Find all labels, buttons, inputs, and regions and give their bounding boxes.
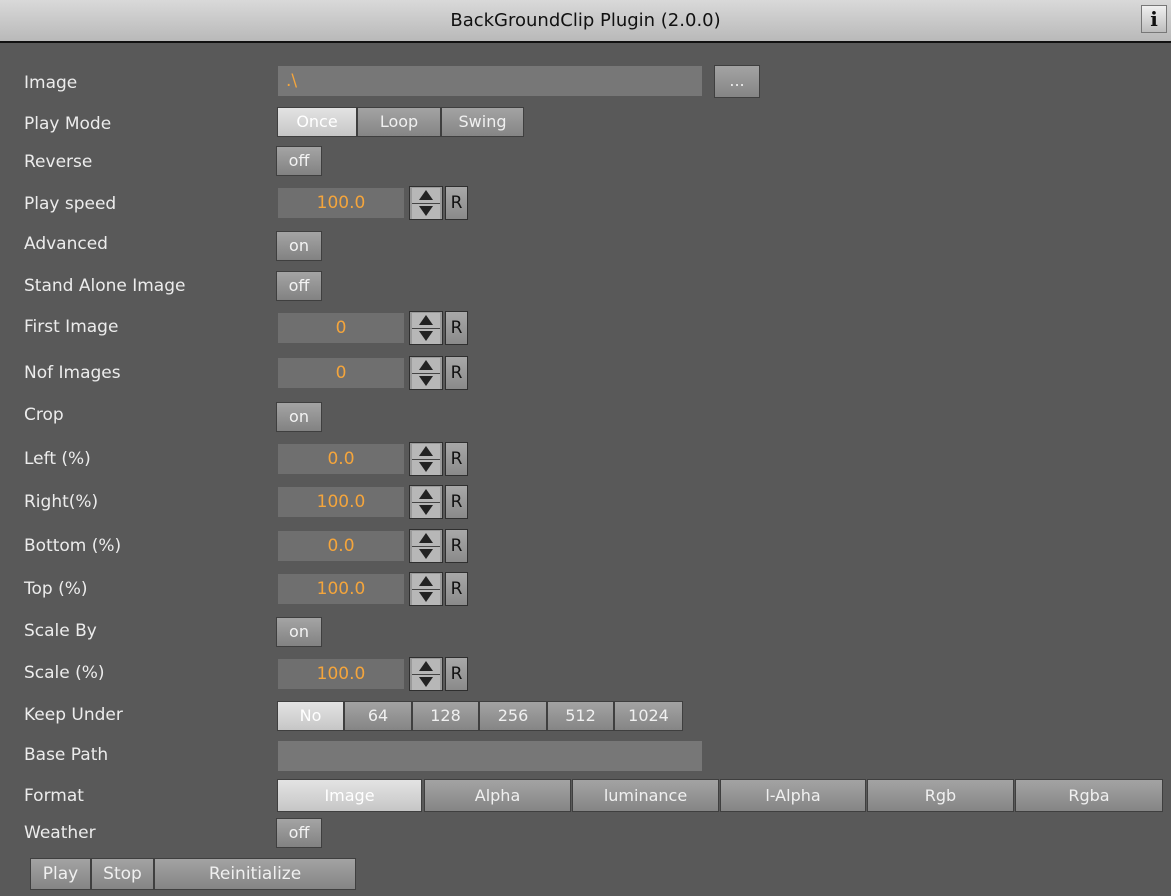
base-path-field[interactable] bbox=[278, 741, 702, 771]
arrow-down-icon[interactable] bbox=[412, 675, 440, 690]
first-image-label: First Image bbox=[24, 317, 119, 337]
keep-under-label: Keep Under bbox=[24, 705, 123, 725]
first-image-reset-button[interactable]: R bbox=[445, 311, 468, 345]
bottom-percent-reset-button[interactable]: R bbox=[445, 529, 468, 563]
arrow-up-icon[interactable] bbox=[412, 444, 440, 460]
keep-under-64-button[interactable]: 64 bbox=[344, 701, 412, 731]
arrow-up-icon[interactable] bbox=[412, 358, 440, 374]
scale-percent-stepper[interactable] bbox=[409, 657, 443, 691]
scale-by-label: Scale By bbox=[24, 621, 97, 641]
stand-alone-image-label: Stand Alone Image bbox=[24, 276, 186, 296]
crop-label: Crop bbox=[24, 405, 64, 425]
arrow-down-icon[interactable] bbox=[412, 204, 440, 219]
left-percent-reset-button[interactable]: R bbox=[445, 442, 468, 476]
play-speed-input[interactable]: 100.0 bbox=[278, 188, 404, 218]
play-speed-label: Play speed bbox=[24, 194, 117, 214]
right-percent-reset-button[interactable]: R bbox=[445, 485, 468, 519]
browse-button[interactable]: ... bbox=[714, 65, 760, 98]
play-speed-reset-button[interactable]: R bbox=[445, 186, 468, 220]
arrow-up-icon[interactable] bbox=[412, 531, 440, 547]
title-bar: BackGroundClip Plugin (2.0.0) i bbox=[0, 0, 1171, 43]
keep-under-512-button[interactable]: 512 bbox=[547, 701, 614, 731]
format-luminance-button[interactable]: luminance bbox=[572, 779, 719, 812]
stand-alone-image-toggle[interactable]: off bbox=[276, 271, 322, 301]
play-mode-swing-button[interactable]: Swing bbox=[441, 107, 524, 137]
arrow-down-icon[interactable] bbox=[412, 374, 440, 389]
top-percent-input[interactable]: 100.0 bbox=[278, 574, 404, 604]
info-icon[interactable]: i bbox=[1141, 5, 1167, 33]
keep-under-256-button[interactable]: 256 bbox=[479, 701, 547, 731]
reverse-toggle[interactable]: off bbox=[276, 146, 322, 176]
weather-toggle[interactable]: off bbox=[276, 818, 322, 848]
stop-button[interactable]: Stop bbox=[91, 858, 154, 890]
bottom-percent-stepper[interactable] bbox=[409, 529, 443, 563]
right-percent-label: Right(%) bbox=[24, 492, 99, 512]
arrow-up-icon[interactable] bbox=[412, 188, 440, 204]
scale-percent-label: Scale (%) bbox=[24, 663, 105, 683]
nof-images-label: Nof Images bbox=[24, 363, 121, 383]
bottom-percent-input[interactable]: 0.0 bbox=[278, 531, 404, 561]
advanced-toggle[interactable]: on bbox=[276, 231, 322, 261]
arrow-down-icon[interactable] bbox=[412, 590, 440, 605]
first-image-stepper[interactable] bbox=[409, 311, 443, 345]
arrow-up-icon[interactable] bbox=[412, 487, 440, 503]
scale-percent-input[interactable]: 100.0 bbox=[278, 659, 404, 689]
play-mode-loop-button[interactable]: Loop bbox=[357, 107, 441, 137]
nof-images-input[interactable]: 0 bbox=[278, 358, 404, 388]
image-label: Image bbox=[24, 73, 78, 93]
arrow-up-icon[interactable] bbox=[412, 574, 440, 590]
left-percent-input[interactable]: 0.0 bbox=[278, 444, 404, 474]
weather-label: Weather bbox=[24, 823, 96, 843]
top-percent-reset-button[interactable]: R bbox=[445, 572, 468, 606]
play-mode-label: Play Mode bbox=[24, 114, 112, 134]
base-path-label: Base Path bbox=[24, 745, 109, 765]
format-label: Format bbox=[24, 786, 84, 806]
right-percent-stepper[interactable] bbox=[409, 485, 443, 519]
image-path-field[interactable]: .\ bbox=[278, 66, 702, 96]
top-percent-stepper[interactable] bbox=[409, 572, 443, 606]
play-button[interactable]: Play bbox=[30, 858, 91, 890]
arrow-down-icon[interactable] bbox=[412, 547, 440, 562]
nof-images-reset-button[interactable]: R bbox=[445, 356, 468, 390]
play-speed-stepper[interactable] bbox=[409, 186, 443, 220]
scale-by-toggle[interactable]: on bbox=[276, 617, 322, 647]
keep-under-no-button[interactable]: No bbox=[277, 701, 344, 731]
first-image-input[interactable]: 0 bbox=[278, 313, 404, 343]
crop-toggle[interactable]: on bbox=[276, 402, 322, 432]
right-percent-input[interactable]: 100.0 bbox=[278, 487, 404, 517]
window-title: BackGroundClip Plugin (2.0.0) bbox=[450, 10, 721, 31]
scale-percent-reset-button[interactable]: R bbox=[445, 657, 468, 691]
keep-under-1024-button[interactable]: 1024 bbox=[614, 701, 683, 731]
arrow-up-icon[interactable] bbox=[412, 659, 440, 675]
arrow-down-icon[interactable] bbox=[412, 329, 440, 344]
reverse-label: Reverse bbox=[24, 152, 93, 172]
format-rgb-button[interactable]: Rgb bbox=[867, 779, 1014, 812]
advanced-label: Advanced bbox=[24, 234, 108, 254]
bottom-percent-label: Bottom (%) bbox=[24, 536, 122, 556]
nof-images-stepper[interactable] bbox=[409, 356, 443, 390]
format-l-alpha-button[interactable]: l-Alpha bbox=[720, 779, 866, 812]
arrow-down-icon[interactable] bbox=[412, 460, 440, 475]
arrow-down-icon[interactable] bbox=[412, 503, 440, 518]
play-mode-once-button[interactable]: Once bbox=[277, 107, 357, 137]
top-percent-label: Top (%) bbox=[24, 579, 88, 599]
reinitialize-button[interactable]: Reinitialize bbox=[154, 858, 356, 890]
arrow-up-icon[interactable] bbox=[412, 313, 440, 329]
keep-under-128-button[interactable]: 128 bbox=[412, 701, 479, 731]
left-percent-stepper[interactable] bbox=[409, 442, 443, 476]
format-rgba-button[interactable]: Rgba bbox=[1015, 779, 1163, 812]
format-image-button[interactable]: Image bbox=[277, 779, 422, 812]
left-percent-label: Left (%) bbox=[24, 449, 91, 469]
format-alpha-button[interactable]: Alpha bbox=[424, 779, 571, 812]
